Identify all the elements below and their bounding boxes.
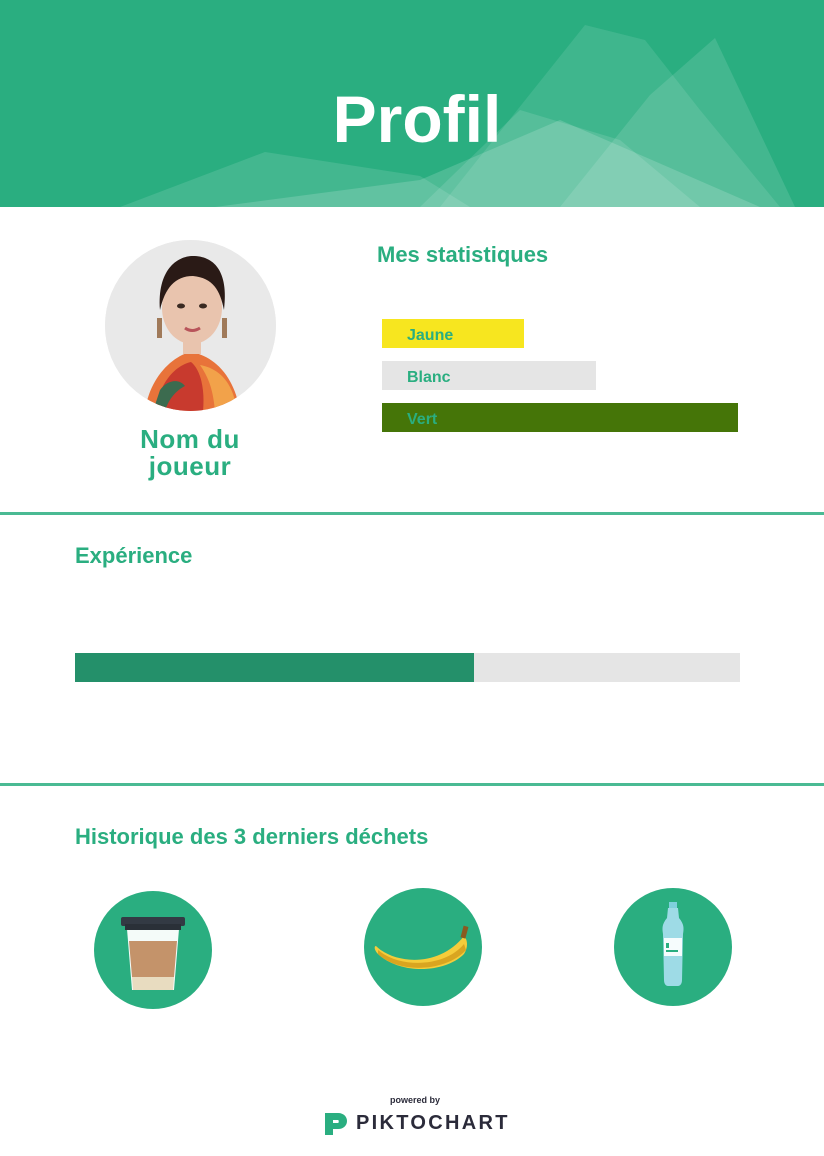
player-avatar: [105, 240, 276, 411]
page-title: Profil: [332, 82, 502, 156]
powered-by-label: powered by: [389, 1095, 440, 1105]
banana-icon: [374, 925, 469, 969]
history-item-banana[interactable]: [364, 888, 482, 1006]
history-item-coffee[interactable]: [94, 891, 212, 1009]
piktochart-logo-icon[interactable]: [322, 1110, 350, 1136]
stats-heading: Mes statistiques: [377, 242, 549, 267]
stat-bar-label: Blanc: [407, 369, 451, 386]
experience-progress-fill: [75, 653, 474, 682]
stat-bar-label: Jaune: [407, 327, 454, 344]
player-name: Nom du joueur: [140, 424, 240, 481]
stat-bar-blanc: Blanc: [382, 361, 596, 390]
header-banner: Profil: [0, 0, 824, 207]
water-bottle-icon: [662, 902, 684, 986]
section-divider: [0, 783, 824, 786]
section-divider: [0, 512, 824, 515]
stat-bar-vert: Vert: [382, 403, 738, 432]
stat-bar-label: Vert: [407, 411, 438, 428]
history-heading: Historique des 3 derniers déchets: [75, 824, 429, 849]
experience-progress-track: [75, 653, 740, 682]
coffee-cup-icon: [121, 917, 185, 990]
piktochart-brand[interactable]: PIKTOCHART: [356, 1112, 510, 1135]
experience-heading: Expérience: [75, 543, 193, 568]
stat-bar-jaune: Jaune: [382, 319, 524, 348]
history-item-bottle[interactable]: [614, 888, 732, 1006]
player-photo-icon: [105, 240, 276, 411]
